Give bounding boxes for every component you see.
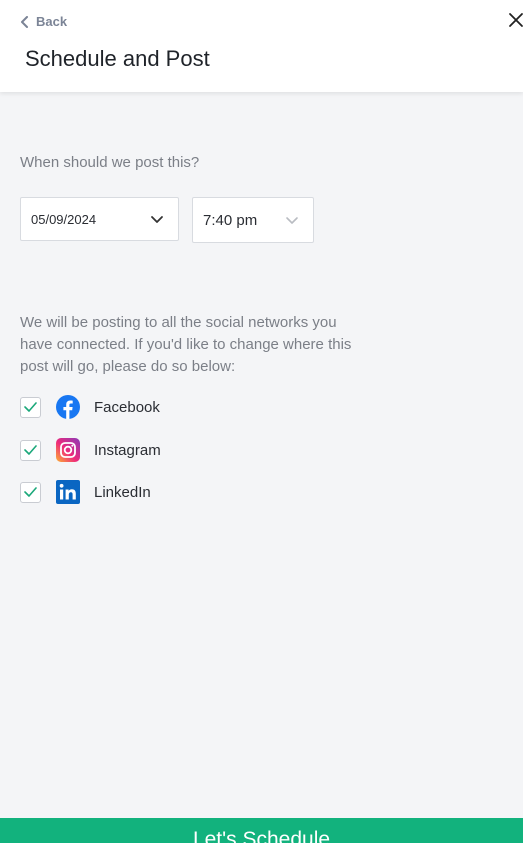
facebook-label: Facebook (94, 398, 160, 416)
linkedin-checkbox[interactable] (20, 481, 41, 503)
linkedin-label: LinkedIn (94, 483, 151, 501)
instagram-label: Instagram (94, 441, 161, 459)
lets-schedule-button[interactable]: Let's Schedule (0, 818, 523, 843)
checkmark-icon (24, 445, 37, 455)
chevron-left-icon (21, 15, 28, 28)
close-icon[interactable] (508, 10, 523, 30)
instagram-checkbox[interactable] (20, 439, 41, 461)
page-title: Schedule and Post (25, 46, 210, 71)
linkedin-icon (56, 480, 80, 504)
network-item-facebook: Facebook (20, 394, 320, 420)
time-select[interactable]: 7:40 pm (192, 197, 314, 243)
checkmark-icon (24, 402, 37, 412)
facebook-checkbox[interactable] (20, 396, 41, 418)
instagram-icon (56, 438, 80, 462)
back-label: Back (36, 14, 68, 29)
header: Back Schedule and Post (0, 0, 523, 92)
date-value: 05/09/2024 (31, 211, 97, 227)
chevron-down-icon (286, 216, 298, 224)
networks-info-text: We will be posting to all the social net… (20, 314, 352, 375)
back-button[interactable]: Back (20, 14, 67, 29)
network-item-linkedin: LinkedIn (20, 479, 320, 505)
lets-schedule-label: Let's Schedule (192, 828, 331, 843)
schedule-question: When should we post this? (20, 154, 200, 171)
facebook-icon (56, 395, 80, 419)
time-value: 7:40 pm (203, 211, 258, 229)
checkmark-icon (24, 487, 37, 497)
date-select[interactable]: 05/09/2024 (20, 197, 179, 241)
chevron-down-icon (151, 215, 163, 223)
network-item-instagram: Instagram (20, 437, 320, 463)
